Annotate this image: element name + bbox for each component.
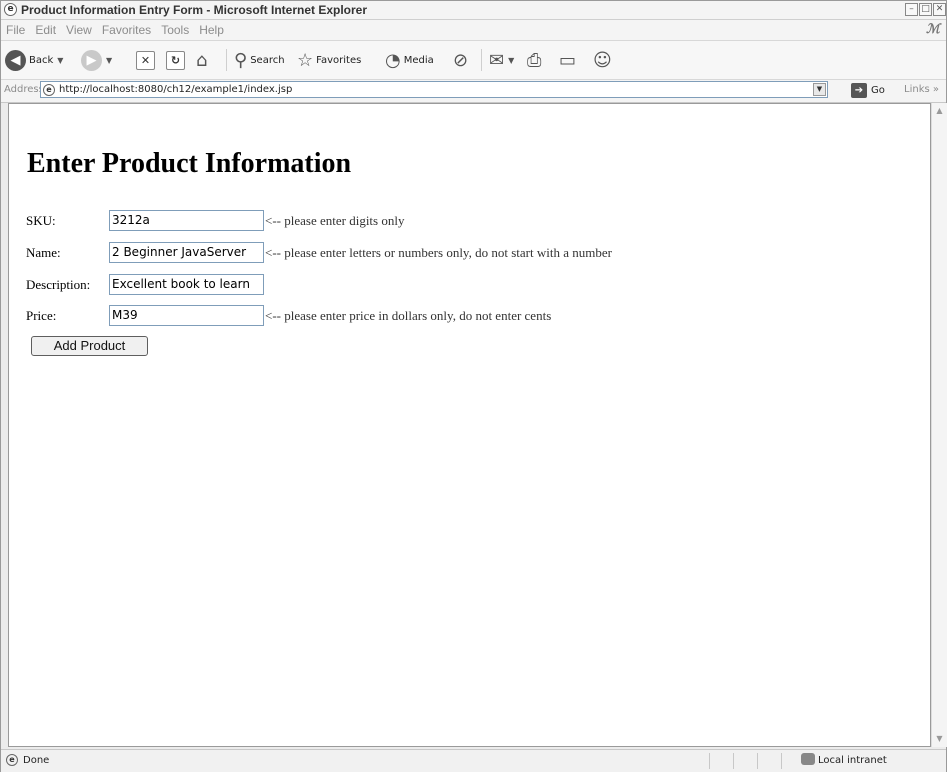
scroll-down-icon[interactable]: ▼ <box>933 732 946 746</box>
mail-dropdown-icon[interactable]: ▼ <box>508 56 514 65</box>
sku-label: SKU: <box>26 213 56 228</box>
home-icon: ⌂ <box>196 49 208 71</box>
status-divider <box>757 753 758 769</box>
toolbar-separator <box>226 49 227 71</box>
status-divider <box>781 753 782 769</box>
mail-button[interactable]: ✉ ▼ <box>489 47 514 73</box>
messenger-icon: ☺ <box>593 49 612 71</box>
media-label: Media <box>403 54 434 66</box>
name-hint: <-- please enter letters or numbers only… <box>265 245 612 260</box>
search-button[interactable]: ⚲ Search <box>234 47 285 73</box>
address-bar: Address e http://localhost:8080/ch12/exa… <box>1 80 946 103</box>
menu-file[interactable]: File <box>1 20 30 37</box>
description-input[interactable]: Excellent book to learn <box>109 274 264 295</box>
media-icon: ◔ <box>385 49 401 71</box>
sku-hint: <-- please enter digits only <box>265 213 405 228</box>
security-zone: Local intranet <box>818 755 887 766</box>
address-dropdown-icon[interactable]: ▼ <box>813 83 826 96</box>
vertical-scrollbar[interactable]: ▲ ▼ <box>931 103 947 747</box>
title-bar: e Product Information Entry Form - Micro… <box>1 1 946 20</box>
status-divider <box>733 753 734 769</box>
media-button[interactable]: ◔ Media <box>385 47 434 73</box>
print-button[interactable]: ⎙ <box>527 47 541 73</box>
menu-edit[interactable]: Edit <box>30 20 61 37</box>
address-url[interactable]: http://localhost:8080/ch12/example1/inde… <box>59 84 292 95</box>
home-button[interactable]: ⌂ <box>196 47 207 73</box>
status-text: Done <box>23 755 50 766</box>
menu-bar: File Edit View Favorites Tools Help ℳ <box>1 20 946 41</box>
menu-tools[interactable]: Tools <box>156 20 194 37</box>
window-controls: – □ ✕ <box>904 3 946 21</box>
windows-logo-icon: ℳ <box>926 22 940 37</box>
edit-icon: ▭ <box>559 49 577 71</box>
add-product-button[interactable]: Add Product <box>31 336 148 356</box>
minimize-button[interactable]: – <box>905 3 918 16</box>
forward-arrow-icon: ▶ <box>81 49 102 71</box>
status-bar: e Done Local intranet <box>1 749 946 772</box>
go-label: Go <box>871 85 885 96</box>
menu-favorites[interactable]: Favorites <box>97 20 156 37</box>
browser-window: e Product Information Entry Form - Micro… <box>0 0 947 772</box>
go-arrow-icon: ➔ <box>851 83 867 98</box>
menu-help[interactable]: Help <box>194 20 229 37</box>
stop-icon: ✕ <box>136 50 155 70</box>
back-dropdown-icon[interactable]: ▼ <box>57 56 63 65</box>
mail-icon: ✉ <box>489 49 505 71</box>
name-label: Name: <box>26 245 61 260</box>
intranet-icon <box>801 753 815 765</box>
scroll-up-icon[interactable]: ▲ <box>933 104 946 118</box>
favorites-label: Favorites <box>316 54 362 66</box>
search-icon: ⚲ <box>234 49 248 71</box>
forward-button[interactable]: ▶ ▼ <box>81 47 112 73</box>
sku-input[interactable]: 3212a <box>109 210 264 231</box>
address-label: Address <box>4 84 44 95</box>
standard-toolbar: ◀ Back ▼ ▶ ▼ ✕ ↻ ⌂ ⚲ Search ☆ Favorites … <box>1 41 946 80</box>
price-input[interactable]: M39 <box>109 305 264 326</box>
price-hint: <-- please enter price in dollars only, … <box>265 308 552 323</box>
back-arrow-icon: ◀ <box>5 49 26 71</box>
description-label: Description: <box>26 277 91 292</box>
toolbar-separator <box>481 49 482 71</box>
favorites-star-icon: ☆ <box>297 49 314 71</box>
links-button[interactable]: Links » <box>904 84 939 95</box>
name-input[interactable]: 2 Beginner JavaServer <box>109 242 264 263</box>
menu-view[interactable]: View <box>61 20 97 37</box>
ie-page-icon: e <box>6 754 18 766</box>
edit-button[interactable]: ▭ <box>559 47 576 73</box>
favorites-button[interactable]: ☆ Favorites <box>297 47 361 73</box>
forward-dropdown-icon[interactable]: ▼ <box>106 56 112 65</box>
messenger-button[interactable]: ☺ <box>593 47 612 73</box>
search-label: Search <box>250 54 285 66</box>
back-button[interactable]: ◀ Back ▼ <box>5 47 63 73</box>
maximize-button[interactable]: □ <box>919 3 932 16</box>
close-button[interactable]: ✕ <box>933 3 946 16</box>
history-icon: ⊘ <box>453 49 469 71</box>
page-content: Enter Product Information SKU: 3212a <--… <box>8 103 931 747</box>
status-divider <box>709 753 710 769</box>
address-input[interactable]: e http://localhost:8080/ch12/example1/in… <box>40 81 828 98</box>
go-button[interactable]: ➔ Go <box>851 83 885 98</box>
refresh-icon: ↻ <box>166 50 185 70</box>
ie-page-icon: e <box>4 3 17 16</box>
refresh-button[interactable]: ↻ <box>166 47 185 73</box>
print-icon: ⎙ <box>527 49 542 71</box>
page-title: Enter Product Information <box>27 148 352 179</box>
window-title: Product Information Entry Form - Microso… <box>21 3 368 17</box>
stop-button[interactable]: ✕ <box>136 47 155 73</box>
back-label: Back <box>29 54 54 66</box>
history-button[interactable]: ⊘ <box>453 47 468 73</box>
ie-page-icon: e <box>43 84 55 96</box>
price-label: Price: <box>26 308 57 323</box>
